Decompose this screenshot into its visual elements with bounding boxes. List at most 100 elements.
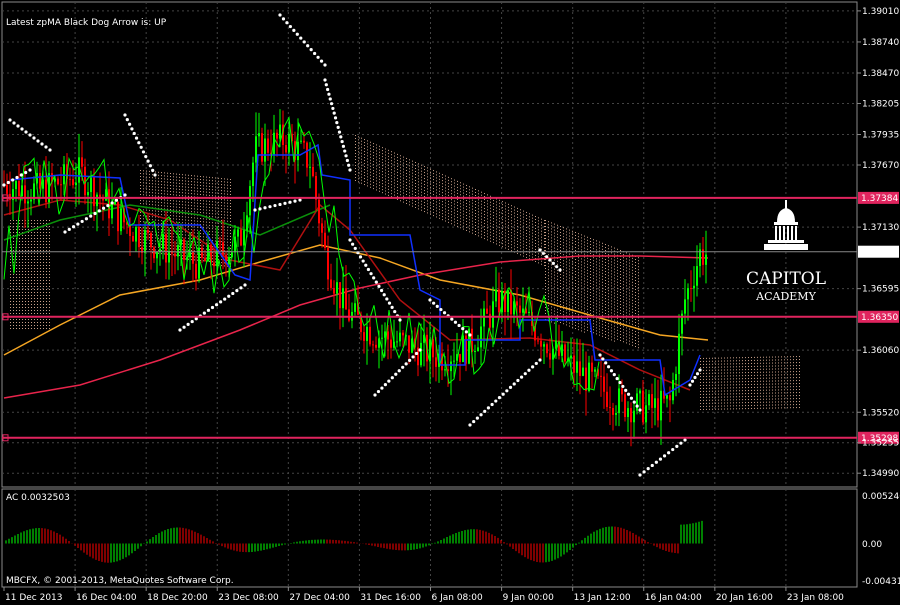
candle-body	[114, 201, 116, 205]
cloud-dot	[206, 179, 207, 181]
cloud-dot	[608, 338, 609, 340]
cloud-dot	[355, 141, 356, 142]
cloud-dot	[37, 244, 38, 245]
sar-dot	[299, 36, 303, 40]
cloud-dot	[463, 189, 464, 191]
cloud-dot	[164, 229, 165, 231]
cloud-dot	[793, 359, 794, 361]
cloud-dot	[532, 229, 533, 231]
cloud-dot	[760, 404, 761, 406]
cloud-dot	[727, 390, 728, 392]
cloud-dot	[412, 172, 413, 174]
cloud-dot	[194, 229, 195, 231]
cloud-dot	[557, 287, 558, 289]
cloud-dot	[626, 285, 627, 287]
cloud-dot	[626, 303, 627, 305]
cloud-dot	[626, 267, 627, 269]
cloud-dot	[448, 218, 449, 220]
cloud-dot	[10, 262, 11, 263]
cloud-dot	[49, 328, 50, 329]
cloud-dot	[593, 245, 594, 247]
cloud-dot	[535, 261, 536, 262]
cloud-dot	[596, 300, 597, 302]
cloud-dot	[463, 207, 464, 209]
cloud-dot	[143, 239, 144, 241]
cloud-dot	[400, 170, 401, 172]
cloud-dot	[149, 230, 150, 232]
cloud-dot	[409, 195, 410, 197]
sar-dot	[288, 200, 292, 204]
cloud-dot	[709, 378, 710, 380]
cloud-dot	[31, 238, 32, 239]
cloud-dot	[557, 290, 558, 292]
cloud-dot	[590, 271, 591, 272]
cloud-dot	[182, 243, 183, 245]
cloud-dot	[481, 212, 482, 214]
candle-body	[477, 347, 479, 352]
cloud-dot	[173, 236, 174, 238]
cloud-dot	[784, 386, 785, 388]
cloud-dot	[49, 283, 50, 284]
cloud-dot	[191, 190, 192, 192]
cloud-dot	[799, 389, 800, 391]
cloud-dot	[439, 175, 440, 177]
cloud-dot	[490, 234, 491, 236]
cloud-dot	[406, 202, 407, 204]
cloud-dot	[475, 219, 476, 220]
cloud-dot	[566, 237, 567, 239]
cloud-dot	[230, 179, 231, 180]
cloud-dot	[526, 256, 527, 258]
cloud-dot	[548, 254, 549, 256]
trading-chart[interactable]: 1.373841.363501.352981.36916 Latest zpMA…	[0, 0, 900, 605]
cloud-dot	[703, 399, 704, 401]
cloud-dot	[620, 271, 621, 272]
sar-dot	[11, 178, 15, 182]
cloud-dot	[611, 279, 612, 281]
cloud-dot	[478, 220, 479, 222]
cloud-dot	[763, 404, 764, 406]
candle-body	[318, 199, 320, 224]
sar-dot	[545, 255, 549, 259]
cloud-dot	[451, 202, 452, 204]
sar-dot	[366, 267, 371, 272]
cloud-dot	[484, 202, 485, 204]
cloud-dot	[22, 271, 23, 272]
cloud-dot	[22, 223, 23, 224]
cloud-dot	[632, 302, 633, 304]
cloud-dot	[724, 405, 725, 407]
cloud-dot	[730, 405, 731, 407]
cloud-dot	[427, 191, 428, 193]
cloud-dot	[152, 180, 153, 182]
cloud-dot	[529, 255, 530, 257]
cloud-dot	[617, 302, 618, 304]
cloud-dot	[391, 163, 392, 165]
cloud-dot	[551, 294, 552, 296]
cloud-dot	[526, 217, 527, 219]
cloud-dot	[784, 380, 785, 382]
cloud-dot	[430, 210, 431, 212]
cloud-dot	[164, 241, 165, 243]
cloud-dot	[203, 224, 204, 226]
candle-body	[609, 407, 611, 409]
cloud-dot	[10, 322, 11, 323]
cloud-dot	[751, 377, 752, 379]
sar-dot	[662, 454, 667, 458]
cloud-dot	[635, 313, 636, 314]
cloud-dot	[37, 241, 38, 242]
cloud-dot	[544, 220, 545, 222]
cloud-dot	[781, 380, 782, 382]
cloud-dot	[397, 153, 398, 155]
cloud-dot	[412, 169, 413, 171]
cloud-dot	[445, 208, 446, 210]
candle-body	[516, 301, 518, 306]
cloud-dot	[508, 239, 509, 241]
cloud-dot	[197, 208, 198, 210]
cloud-dot	[745, 387, 746, 389]
candle-body	[375, 344, 377, 348]
cloud-dot	[16, 286, 17, 287]
cloud-dot	[778, 362, 779, 364]
cloud-dot	[493, 206, 494, 208]
cloud-dot	[46, 322, 47, 323]
cloud-dot	[796, 368, 797, 370]
cloud-dot	[778, 389, 779, 391]
